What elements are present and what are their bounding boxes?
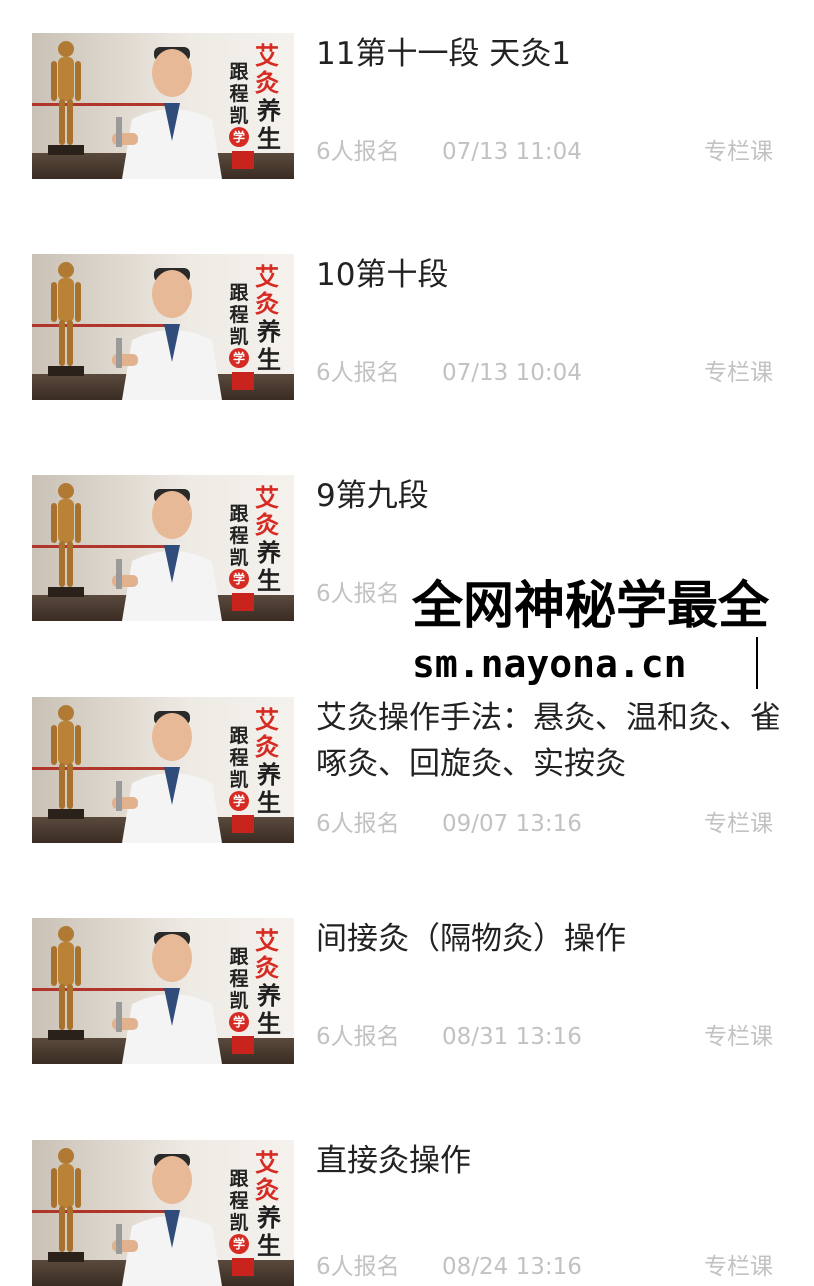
course-title[interactable]: 11第十一段 天灸1: [316, 31, 786, 77]
list-item[interactable]: 跟程凯 艾灸 养生 学 直接灸操作 6人报名 08/24 13:16 专栏课: [0, 1140, 814, 1286]
doctor-portrait-image: [112, 932, 222, 1064]
doctor-portrait-image: [112, 47, 222, 179]
course-brand-logo: 跟程凯 艾灸 养生 学: [228, 1149, 288, 1276]
course-brand-logo: 跟程凯 艾灸 养生 学: [228, 484, 288, 611]
course-title[interactable]: 9第九段: [316, 473, 786, 519]
brand-text: 艾灸: [255, 42, 279, 97]
acupuncture-statue-image: [48, 41, 84, 155]
brand-text: 艾灸: [255, 484, 279, 539]
course-type-label: 专栏课: [704, 1024, 773, 1050]
course-title[interactable]: 间接灸（隔物灸）操作: [316, 916, 786, 962]
brand-badge: 学: [229, 127, 249, 147]
doctor-portrait-image: [112, 489, 222, 621]
brand-text: 跟程凯: [229, 282, 249, 348]
seal-icon: [232, 372, 254, 390]
course-brand-logo: 跟程凯 艾灸 养生 学: [228, 927, 288, 1054]
enrollment-count: 6人报名: [316, 811, 400, 837]
publish-time: 08/31 13:16: [442, 1024, 582, 1050]
brand-text: 艾灸: [255, 927, 279, 982]
course-title[interactable]: 艾灸操作手法：悬灸、温和灸、雀啄灸、回旋灸、实按灸: [316, 695, 786, 787]
course-thumbnail[interactable]: 跟程凯 艾灸 养生 学: [32, 33, 294, 179]
course-thumbnail[interactable]: 跟程凯 艾灸 养生 学: [32, 1140, 294, 1286]
brand-text: 养生: [257, 97, 281, 153]
brand-text: 养生: [257, 982, 281, 1038]
seal-icon: [232, 593, 254, 611]
course-title[interactable]: 10第十段: [316, 252, 786, 298]
seal-icon: [232, 151, 254, 169]
course-type-label: 专栏课: [704, 811, 773, 837]
publish-time: 07/13 10:04: [442, 360, 582, 386]
enrollment-count: 6人报名: [316, 360, 400, 386]
course-type-label: 专栏课: [704, 360, 773, 386]
doctor-portrait-image: [112, 268, 222, 400]
publish-time: 07/13 11:04: [442, 139, 582, 165]
course-thumbnail[interactable]: 跟程凯 艾灸 养生 学: [32, 697, 294, 843]
acupuncture-statue-image: [48, 705, 84, 819]
enrollment-count: 6人报名: [316, 139, 400, 165]
seal-icon: [232, 1258, 254, 1276]
course-thumbnail[interactable]: 跟程凯 艾灸 养生 学: [32, 254, 294, 400]
brand-text: 艾灸: [255, 263, 279, 318]
course-brand-logo: 跟程凯 艾灸 养生 学: [228, 42, 288, 169]
brand-text: 艾灸: [255, 1149, 279, 1204]
brand-text: 养生: [257, 761, 281, 817]
brand-badge: 学: [229, 348, 249, 368]
brand-text: 跟程凯: [229, 946, 249, 1012]
course-brand-logo: 跟程凯 艾灸 养生 学: [228, 706, 288, 833]
acupuncture-statue-image: [48, 1148, 84, 1262]
course-thumbnail[interactable]: 跟程凯 艾灸 养生 学: [32, 475, 294, 621]
enrollment-count: 6人报名: [316, 1254, 400, 1280]
brand-text: 跟程凯: [229, 61, 249, 127]
enrollment-count: 6人报名: [316, 1024, 400, 1050]
acupuncture-statue-image: [48, 926, 84, 1040]
seal-icon: [232, 1036, 254, 1054]
brand-badge: 学: [229, 569, 249, 589]
course-type-label: 专栏课: [704, 139, 773, 165]
doctor-portrait-image: [112, 711, 222, 843]
acupuncture-statue-image: [48, 483, 84, 597]
publish-time: 08/24 13:16: [442, 1254, 582, 1280]
brand-badge: 学: [229, 1012, 249, 1032]
course-thumbnail[interactable]: 跟程凯 艾灸 养生 学: [32, 918, 294, 1064]
list-item[interactable]: 跟程凯 艾灸 养生 学 艾灸操作手法：悬灸、温和灸、雀啄灸、回旋灸、实按灸 6人…: [0, 697, 814, 843]
brand-text: 跟程凯: [229, 503, 249, 569]
course-brand-logo: 跟程凯 艾灸 养生 学: [228, 263, 288, 390]
brand-text: 跟程凯: [229, 725, 249, 791]
watermark-title: 全网神秘学最全: [412, 577, 770, 636]
brand-text: 养生: [257, 318, 281, 374]
publish-time: 09/07 13:16: [442, 811, 582, 837]
seal-icon: [232, 815, 254, 833]
acupuncture-statue-image: [48, 262, 84, 376]
course-title[interactable]: 直接灸操作: [316, 1138, 786, 1184]
brand-text: 养生: [257, 539, 281, 595]
enrollment-count: 6人报名: [316, 581, 400, 607]
course-type-label: 专栏课: [704, 1254, 773, 1280]
watermark-url: sm.nayona.cn: [412, 642, 687, 686]
watermark-overlay: 全网神秘学最全 sm.nayona.cn: [408, 577, 814, 691]
brand-text: 养生: [257, 1204, 281, 1260]
brand-badge: 学: [229, 1234, 249, 1254]
brand-text: 跟程凯: [229, 1168, 249, 1234]
brand-text: 艾灸: [255, 706, 279, 761]
brand-badge: 学: [229, 791, 249, 811]
text-cursor: [756, 637, 758, 689]
list-item[interactable]: 跟程凯 艾灸 养生 学 11第十一段 天灸1 6人报名 07/13 11:04 …: [0, 33, 814, 179]
list-item[interactable]: 跟程凯 艾灸 养生 学 间接灸（隔物灸）操作 6人报名 08/31 13:16 …: [0, 918, 814, 1064]
doctor-portrait-image: [112, 1154, 222, 1286]
list-item[interactable]: 跟程凯 艾灸 养生 学 10第十段 6人报名 07/13 10:04 专栏课: [0, 254, 814, 400]
